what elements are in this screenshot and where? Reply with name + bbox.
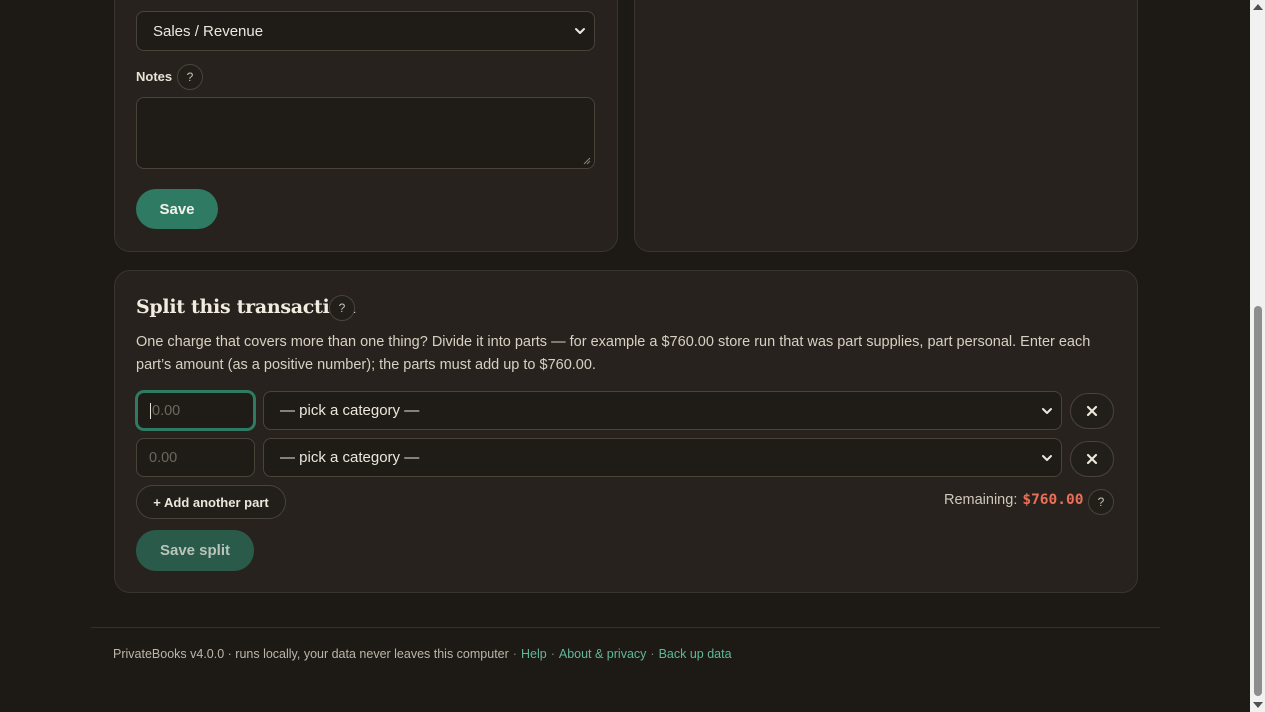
scrollbar-thumb[interactable] xyxy=(1254,306,1262,696)
split-transaction-card xyxy=(114,270,1138,593)
category-select-value: Sales / Revenue xyxy=(153,22,264,40)
save-split-button[interactable]: Save split xyxy=(136,530,254,571)
category-select[interactable]: Sales / Revenue xyxy=(136,11,595,51)
chevron-down-icon xyxy=(575,28,585,34)
split-part-2-amount-input[interactable]: 0.00 xyxy=(136,438,255,477)
split-part-1-category-select[interactable]: — pick a category — xyxy=(263,391,1062,430)
split-part-2-category-select[interactable]: — pick a category — xyxy=(263,438,1062,477)
scroll-up-arrow-icon[interactable] xyxy=(1253,4,1263,10)
footer-divider xyxy=(91,627,1160,628)
vertical-scrollbar[interactable] xyxy=(1250,0,1265,712)
remaining-amount: Remaining: $760.00 xyxy=(944,492,1083,508)
footer-text: PrivateBooks v4.0.0 · runs locally, your… xyxy=(113,647,509,661)
notes-help-button[interactable]: ? xyxy=(177,64,203,90)
split-part-2-category-value: — pick a category — xyxy=(280,449,420,466)
split-part-2-amount-placeholder: 0.00 xyxy=(149,449,178,466)
remaining-value: $760.00 xyxy=(1022,492,1084,508)
text-caret xyxy=(150,402,151,419)
chevron-down-icon xyxy=(1042,407,1052,414)
side-panel-card xyxy=(634,0,1138,252)
split-part-1-amount-placeholder: 0.00 xyxy=(152,402,181,419)
chevron-down-icon xyxy=(1042,454,1052,461)
close-icon xyxy=(1086,453,1098,465)
add-another-part-button[interactable]: + Add another part xyxy=(136,485,286,519)
split-part-1-remove-button[interactable] xyxy=(1070,393,1114,429)
resize-grip-icon[interactable] xyxy=(583,157,591,165)
footer: PrivateBooks v4.0.0 · runs locally, your… xyxy=(113,647,732,661)
close-icon xyxy=(1086,405,1098,417)
back-up-data-link[interactable]: Back up data xyxy=(659,647,732,661)
help-link[interactable]: Help xyxy=(521,647,547,661)
save-button[interactable]: Save xyxy=(136,189,218,229)
split-part-1-amount-input[interactable]: 0.00 xyxy=(136,391,255,430)
remaining-label: Remaining: xyxy=(944,492,1018,508)
split-description: One charge that covers more than one thi… xyxy=(136,334,1091,373)
about-privacy-link[interactable]: About & privacy xyxy=(559,647,647,661)
remaining-help-button[interactable]: ? xyxy=(1088,489,1114,515)
scroll-down-arrow-icon[interactable] xyxy=(1253,702,1263,708)
notes-textarea[interactable] xyxy=(136,97,595,169)
split-part-1-category-value: — pick a category — xyxy=(280,402,420,419)
split-help-button[interactable]: ? xyxy=(329,295,355,321)
split-title: Split this transaction xyxy=(136,296,356,318)
split-part-2-remove-button[interactable] xyxy=(1070,441,1114,477)
notes-label: Notes xyxy=(136,69,173,84)
